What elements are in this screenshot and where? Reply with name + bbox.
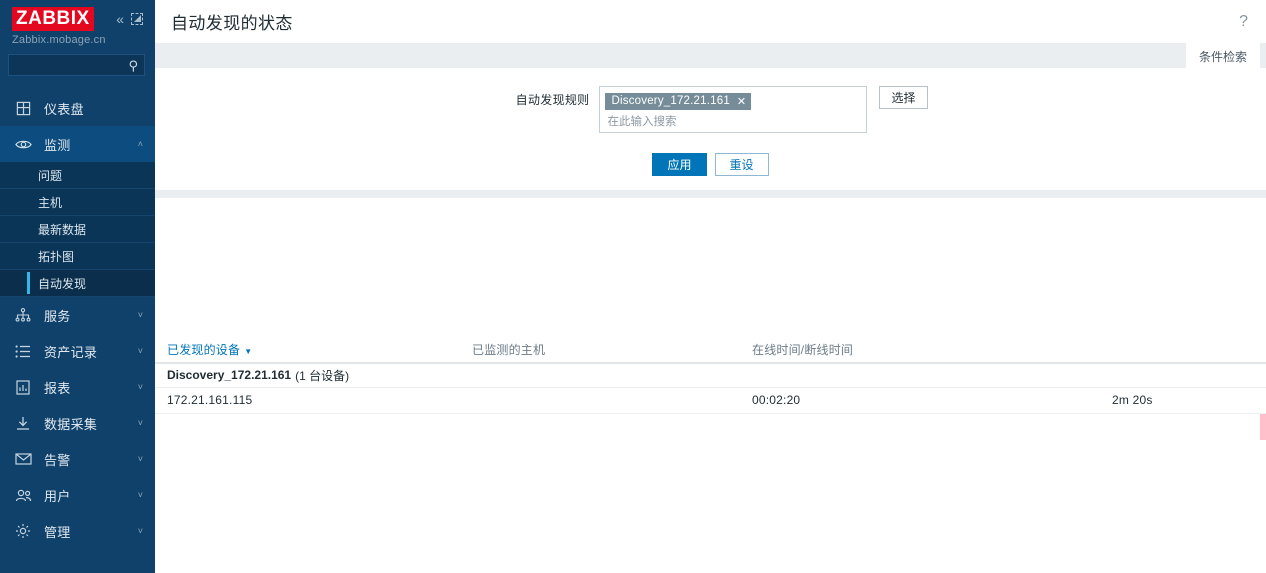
- sidebar-search-wrap: ⚲: [0, 46, 155, 76]
- reports-chart-icon: [14, 378, 32, 396]
- discovery-table: Zabbix 单L 翻: system.un… 已发现的设备▼ 已监测的主机 在…: [155, 197, 1266, 573]
- sidebar-item-label: 监测: [44, 137, 71, 153]
- chevron-down-icon[interactable]: ˅: [138, 526, 143, 536]
- sidebar-nav: 仪表盘 监测 ˄ 问题 主机 最新数据 拓扑图 自动发现 服务 ˅ 资产记录 ˅…: [0, 90, 155, 549]
- sidebar-item-label: 服务: [44, 308, 71, 324]
- main-content: 自动发现的状态 ? 条件检索 自动发现规则 Discovery_172.21.1…: [155, 0, 1266, 573]
- table-empty-space: [155, 413, 1266, 573]
- sidebar-item-label: 告警: [44, 452, 71, 468]
- sidebar-subitem-label: 拓扑图: [38, 249, 75, 264]
- chevron-down-icon[interactable]: ˅: [138, 382, 143, 392]
- inventory-list-icon: [14, 342, 32, 360]
- sidebar-controls: «: [116, 12, 145, 26]
- sidebar-item-inventory[interactable]: 资产记录 ˅: [0, 333, 155, 369]
- sidebar-subitem-label: 主机: [38, 195, 63, 210]
- sidebar-item-dashboard[interactable]: 仪表盘: [0, 90, 155, 126]
- services-tree-icon: [14, 306, 32, 324]
- search-icon[interactable]: ⚲: [128, 59, 138, 72]
- chevron-double-left-icon[interactable]: «: [116, 12, 124, 26]
- table-row[interactable]: 172.21.161.115 00:02:20 2m 20s: [155, 388, 1266, 440]
- sidebar-item-data-collection[interactable]: 数据采集 ˅: [0, 405, 155, 441]
- sidebar-subitem-latest-data[interactable]: 最新数据: [0, 216, 155, 243]
- group-name: Discovery_172.21.161: [167, 368, 292, 382]
- sidebar-item-services[interactable]: 服务 ˅: [0, 297, 155, 333]
- server-name: Zabbix.mobage.cn: [12, 34, 106, 46]
- hide-sidebar-icon[interactable]: [131, 13, 143, 25]
- sidebar-subitem-label: 问题: [38, 168, 63, 183]
- sidebar-subitem-hosts[interactable]: 主机: [0, 189, 155, 216]
- chevron-down-icon[interactable]: ˅: [138, 454, 143, 464]
- sidebar-item-users[interactable]: 用户 ˅: [0, 477, 155, 513]
- filter-field-row: 自动发现规则 Discovery_172.21.161 ✕ 在此输入搜索 选择: [155, 86, 1266, 133]
- cell-device: 172.21.161.115: [167, 393, 253, 407]
- discovery-rule-label: 自动发现规则: [515, 93, 590, 107]
- sidebar-item-alerts[interactable]: 告警 ˅: [0, 441, 155, 477]
- filter-actions: 应用 重设: [155, 152, 1266, 176]
- chevron-down-icon[interactable]: ˅: [138, 310, 143, 320]
- data-collection-download-icon: [14, 414, 32, 432]
- sidebar-item-label: 管理: [44, 524, 71, 540]
- sidebar-item-label: 报表: [44, 380, 71, 396]
- sidebar-subitem-discovery[interactable]: 自动发现: [0, 270, 155, 297]
- chevron-down-icon[interactable]: ˅: [138, 418, 143, 428]
- table-header-row: 已发现的设备 ▼ 已监测的主机 在线时间/断线时间: [155, 338, 1266, 364]
- select-button[interactable]: 选择: [879, 86, 928, 109]
- sidebar-item-label: 数据采集: [44, 416, 98, 432]
- sidebar-item-administration[interactable]: 管理 ˅: [0, 513, 155, 549]
- chevron-up-icon[interactable]: ˄: [138, 139, 143, 149]
- chip-label: Discovery_172.21.161: [611, 95, 730, 107]
- app-root: ZABBIX « Zabbix.mobage.cn ⚲ 仪表盘 监测 ˄ 问题 …: [0, 0, 1266, 573]
- users-icon: [14, 486, 32, 504]
- sidebar-item-reports[interactable]: 报表 ˅: [0, 369, 155, 405]
- sidebar-item-monitoring[interactable]: 监测 ˄: [0, 126, 155, 162]
- filter-panel: 自动发现规则 Discovery_172.21.161 ✕ 在此输入搜索 选择 …: [155, 68, 1266, 190]
- chevron-down-icon[interactable]: ˅: [138, 346, 143, 356]
- sidebar-subitem-maps[interactable]: 拓扑图: [0, 243, 155, 270]
- column-header-discovered-device[interactable]: 已发现的设备 ▼: [167, 341, 472, 358]
- column-header-uptime-downtime: 在线时间/断线时间: [752, 343, 854, 357]
- reset-button[interactable]: 重设: [714, 152, 769, 176]
- sidebar-item-label: 资产记录: [44, 344, 98, 360]
- zabbix-logo: ZABBIX: [12, 7, 94, 31]
- sidebar-subitem-label: 自动发现: [38, 276, 87, 291]
- close-x-icon[interactable]: ✕: [737, 95, 746, 108]
- vertical-header-zone: Zabbix 单L 翻: system.un…: [155, 198, 1266, 338]
- page-topbar: 自动发现的状态 ?: [155, 0, 1266, 43]
- multiselect-placeholder[interactable]: 在此输入搜索: [605, 110, 861, 129]
- dashboard-icon: [14, 99, 32, 117]
- administration-gear-icon: [14, 522, 32, 540]
- eye-icon: [14, 135, 32, 153]
- table-group-row: Discovery_172.21.161 (1 台设备): [155, 364, 1266, 388]
- column-header-monitored-host: 已监测的主机: [472, 343, 546, 357]
- discovery-rule-multiselect[interactable]: Discovery_172.21.161 ✕ 在此输入搜索: [599, 86, 868, 133]
- section-divider: [155, 189, 1266, 198]
- sidebar-subitem-label: 最新数据: [38, 222, 87, 237]
- service-status-strip: [1260, 413, 1266, 440]
- question-mark-help-icon[interactable]: ?: [1239, 13, 1252, 31]
- monitoring-submenu: 问题 主机 最新数据 拓扑图 自动发现: [0, 162, 155, 297]
- tab-filter[interactable]: 条件检索: [1185, 43, 1260, 69]
- page-title: 自动发现的状态: [171, 14, 293, 33]
- selected-rule-chip[interactable]: Discovery_172.21.161 ✕: [605, 92, 752, 110]
- sidebar: ZABBIX « Zabbix.mobage.cn ⚲ 仪表盘 监测 ˄ 问题 …: [0, 0, 155, 573]
- search-input[interactable]: [15, 59, 129, 71]
- sidebar-brand-row: ZABBIX «: [0, 0, 155, 31]
- apply-button[interactable]: 应用: [652, 152, 707, 176]
- sidebar-item-label: 仪表盘: [44, 101, 84, 117]
- alerts-envelope-icon: [14, 450, 32, 468]
- filter-tabbar: 条件检索: [155, 43, 1266, 69]
- group-count: (1 台设备): [295, 368, 350, 383]
- cell-uptime: 00:02:20: [752, 393, 801, 407]
- column-label: 已发现的设备: [167, 343, 241, 357]
- search-box[interactable]: ⚲: [8, 54, 145, 76]
- sidebar-subitem-problems[interactable]: 问题: [0, 162, 155, 189]
- sidebar-item-label: 用户: [44, 488, 71, 504]
- cell-service: 2m 20s: [1112, 393, 1153, 407]
- chevron-down-icon[interactable]: ˅: [138, 490, 143, 500]
- sort-caret-icon: ▼: [244, 347, 253, 356]
